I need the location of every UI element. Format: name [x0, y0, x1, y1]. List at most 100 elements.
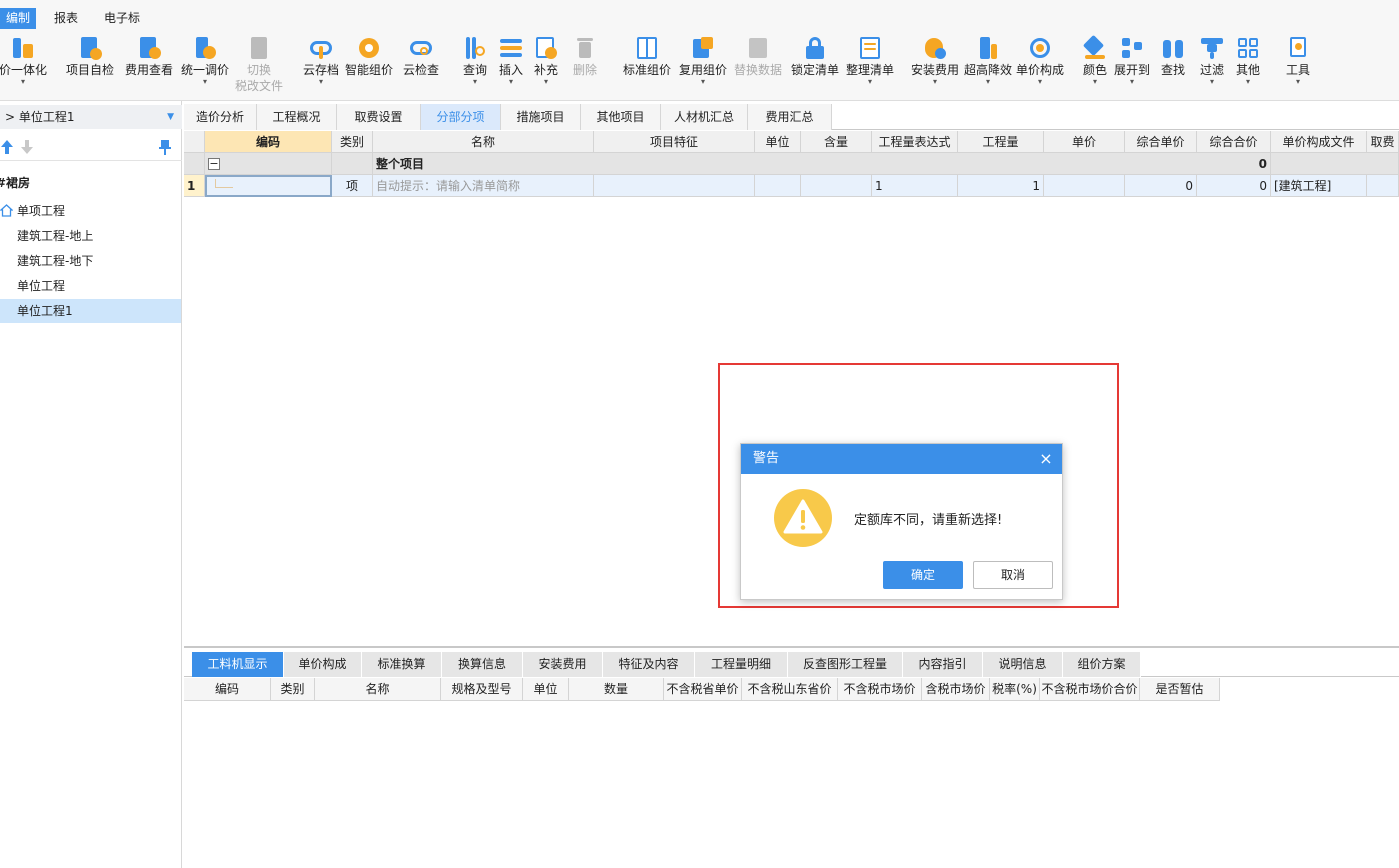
find-button[interactable]: 查找	[1157, 33, 1189, 97]
col-feature-header[interactable]: 项目特征	[594, 131, 755, 153]
confirm-button[interactable]: 确定	[883, 561, 963, 589]
name-cell[interactable]: 自动提示：请输入清单简称	[373, 175, 594, 197]
tab-conversion-info[interactable]: 换算信息	[442, 652, 523, 677]
height-reduction-button[interactable]: 超高降效 ▾	[961, 33, 1015, 97]
tree-item-building-below[interactable]: 建筑工程-地下	[0, 249, 181, 273]
tab-pricing-plan[interactable]: 组价方案	[1063, 652, 1141, 677]
content-cell[interactable]	[801, 175, 872, 197]
cloud-archive-button[interactable]: 云存档 ▾	[300, 33, 342, 97]
tab-cost-analysis[interactable]: 造价分析	[184, 104, 257, 130]
supplement-button[interactable]: 补充 ▾	[529, 33, 563, 97]
cloud-check-button[interactable]: 云检查	[400, 33, 442, 97]
price-file-cell[interactable]: [建筑工程]	[1271, 175, 1367, 197]
col-unit-header[interactable]: 单位	[755, 131, 801, 153]
close-icon[interactable]: ×	[1038, 444, 1054, 474]
bcol-qty-header[interactable]: 数量	[569, 678, 664, 701]
tab-measures[interactable]: 措施项目	[501, 104, 581, 130]
tab-features-content[interactable]: 特征及内容	[603, 652, 695, 677]
col-category-header[interactable]: 类别	[332, 131, 373, 153]
bcol-tax-rate-header[interactable]: 税率(%)	[990, 678, 1040, 701]
color-button[interactable]: 颜色 ▾	[1080, 33, 1110, 97]
cost-view-button[interactable]: 费用查看	[121, 33, 177, 97]
filter-button[interactable]: 过滤 ▾	[1196, 33, 1228, 97]
project-selector[interactable]: > 单位工程1 ▼	[0, 105, 182, 129]
code-cell[interactable]	[205, 175, 332, 197]
tab-fee-settings[interactable]: 取费设置	[337, 104, 421, 130]
qty-cell[interactable]: 1	[958, 175, 1044, 197]
col-comp-unit-price-header[interactable]: 综合单价	[1125, 131, 1197, 153]
col-fee-header[interactable]: 取费	[1367, 131, 1399, 153]
replace-data-button[interactable]: 替换数据	[731, 33, 785, 97]
tab-reverse-graphic-qty[interactable]: 反查图形工程量	[788, 652, 903, 677]
move-up-icon[interactable]	[0, 139, 14, 155]
col-code-header[interactable]: 编码	[205, 131, 332, 153]
menu-e-bid[interactable]: 电子标	[98, 8, 146, 29]
total-row-name[interactable]: 整个项目	[373, 153, 1197, 175]
install-fee-button[interactable]: 安装费用 ▾	[908, 33, 962, 97]
tab-install-fee[interactable]: 安装费用	[523, 652, 603, 677]
tab-standard-conversion[interactable]: 标准换算	[362, 652, 442, 677]
bcol-name-header[interactable]: 名称	[315, 678, 441, 701]
query-button[interactable]: 查询 ▾	[457, 33, 493, 97]
tab-other-items[interactable]: 其他项目	[581, 104, 661, 130]
tab-qty-details[interactable]: 工程量明细	[695, 652, 788, 677]
bcol-shandong-price-header[interactable]: 不含税山东省价	[742, 678, 838, 701]
total-row-code[interactable]: −	[205, 153, 332, 175]
tab-sub-items[interactable]: 分部分项	[421, 104, 501, 130]
unified-price-adjust-button[interactable]: 统一调价 ▾	[178, 33, 232, 97]
bcol-category-header[interactable]: 类别	[271, 678, 315, 701]
other-button[interactable]: 其他 ▾	[1232, 33, 1264, 97]
bcol-provisional-header[interactable]: 是否暂估	[1140, 678, 1220, 701]
menu-edit[interactable]: 编制	[0, 8, 37, 29]
project-self-check-button[interactable]: 项目自检	[62, 33, 118, 97]
tab-content-guide[interactable]: 内容指引	[903, 652, 983, 677]
tree-item-building-above[interactable]: 建筑工程-地上	[0, 224, 181, 248]
bcol-spec-header[interactable]: 规格及型号	[441, 678, 523, 701]
tab-unit-price-composition[interactable]: 单价构成	[284, 652, 362, 677]
col-price-file-header[interactable]: 单价构成文件	[1271, 131, 1367, 153]
tab-fee-summary[interactable]: 费用汇总	[748, 104, 832, 130]
tab-description[interactable]: 说明信息	[983, 652, 1063, 677]
col-qty-expr-header[interactable]: 工程量表达式	[872, 131, 958, 153]
delete-button[interactable]: 删除	[568, 33, 602, 97]
tools-button[interactable]: 工具 ▾	[1282, 33, 1314, 97]
tree-item-unit-project-1[interactable]: 单位工程1	[0, 299, 181, 323]
insert-button[interactable]: 插入 ▾	[494, 33, 528, 97]
price-integration-button[interactable]: 价一体化 ▾	[0, 33, 52, 97]
bcol-unit-header[interactable]: 单位	[523, 678, 569, 701]
feature-cell[interactable]	[594, 175, 755, 197]
reuse-pricing-button[interactable]: 复用组价 ▾	[676, 33, 730, 97]
cancel-button[interactable]: 取消	[973, 561, 1053, 589]
bcol-prov-price-header[interactable]: 不含税省单价	[664, 678, 742, 701]
col-name-header[interactable]: 名称	[373, 131, 594, 153]
smart-pricing-button[interactable]: 智能组价	[343, 33, 395, 97]
switch-tax-file-button[interactable]: 切换 税改文件	[232, 33, 286, 97]
bcol-code-header[interactable]: 编码	[184, 678, 271, 701]
collapse-toggle-icon[interactable]: −	[208, 158, 220, 170]
bcol-market-price-header[interactable]: 不含税市场价	[838, 678, 922, 701]
tab-project-overview[interactable]: 工程概况	[257, 104, 337, 130]
expand-to-button[interactable]: 展开到 ▾	[1112, 33, 1152, 97]
move-down-icon[interactable]	[20, 139, 34, 155]
fee-cell[interactable]	[1367, 175, 1399, 197]
col-comp-total-header[interactable]: 综合合价	[1197, 131, 1271, 153]
organize-list-button[interactable]: 整理清单 ▾	[843, 33, 897, 97]
col-unit-price-header[interactable]: 单价	[1044, 131, 1125, 153]
unit-price-cell[interactable]	[1044, 175, 1125, 197]
unit-cell[interactable]	[755, 175, 801, 197]
standard-pricing-button[interactable]: 标准组价	[620, 33, 674, 97]
tree-item-single-project[interactable]: 单项工程	[0, 199, 181, 223]
col-content-header[interactable]: 含量	[801, 131, 872, 153]
qty-expr-cell[interactable]: 1	[872, 175, 958, 197]
unit-price-composition-button[interactable]: 单价构成 ▾	[1013, 33, 1067, 97]
bcol-tax-market-price-header[interactable]: 含税市场价	[922, 678, 990, 701]
panel-splitter[interactable]	[184, 646, 1399, 648]
menu-reports[interactable]: 报表	[48, 8, 84, 29]
tab-labor-material-display[interactable]: 工料机显示	[192, 652, 284, 677]
lock-list-button[interactable]: 锁定清单	[788, 33, 842, 97]
pin-icon[interactable]	[158, 139, 172, 155]
bcol-market-total-header[interactable]: 不含税市场价合价	[1040, 678, 1140, 701]
tree-item-podium[interactable]: #裙房	[0, 171, 177, 195]
tree-item-unit-project[interactable]: 单位工程	[0, 274, 181, 298]
tab-labor-material-summary[interactable]: 人材机汇总	[661, 104, 748, 130]
